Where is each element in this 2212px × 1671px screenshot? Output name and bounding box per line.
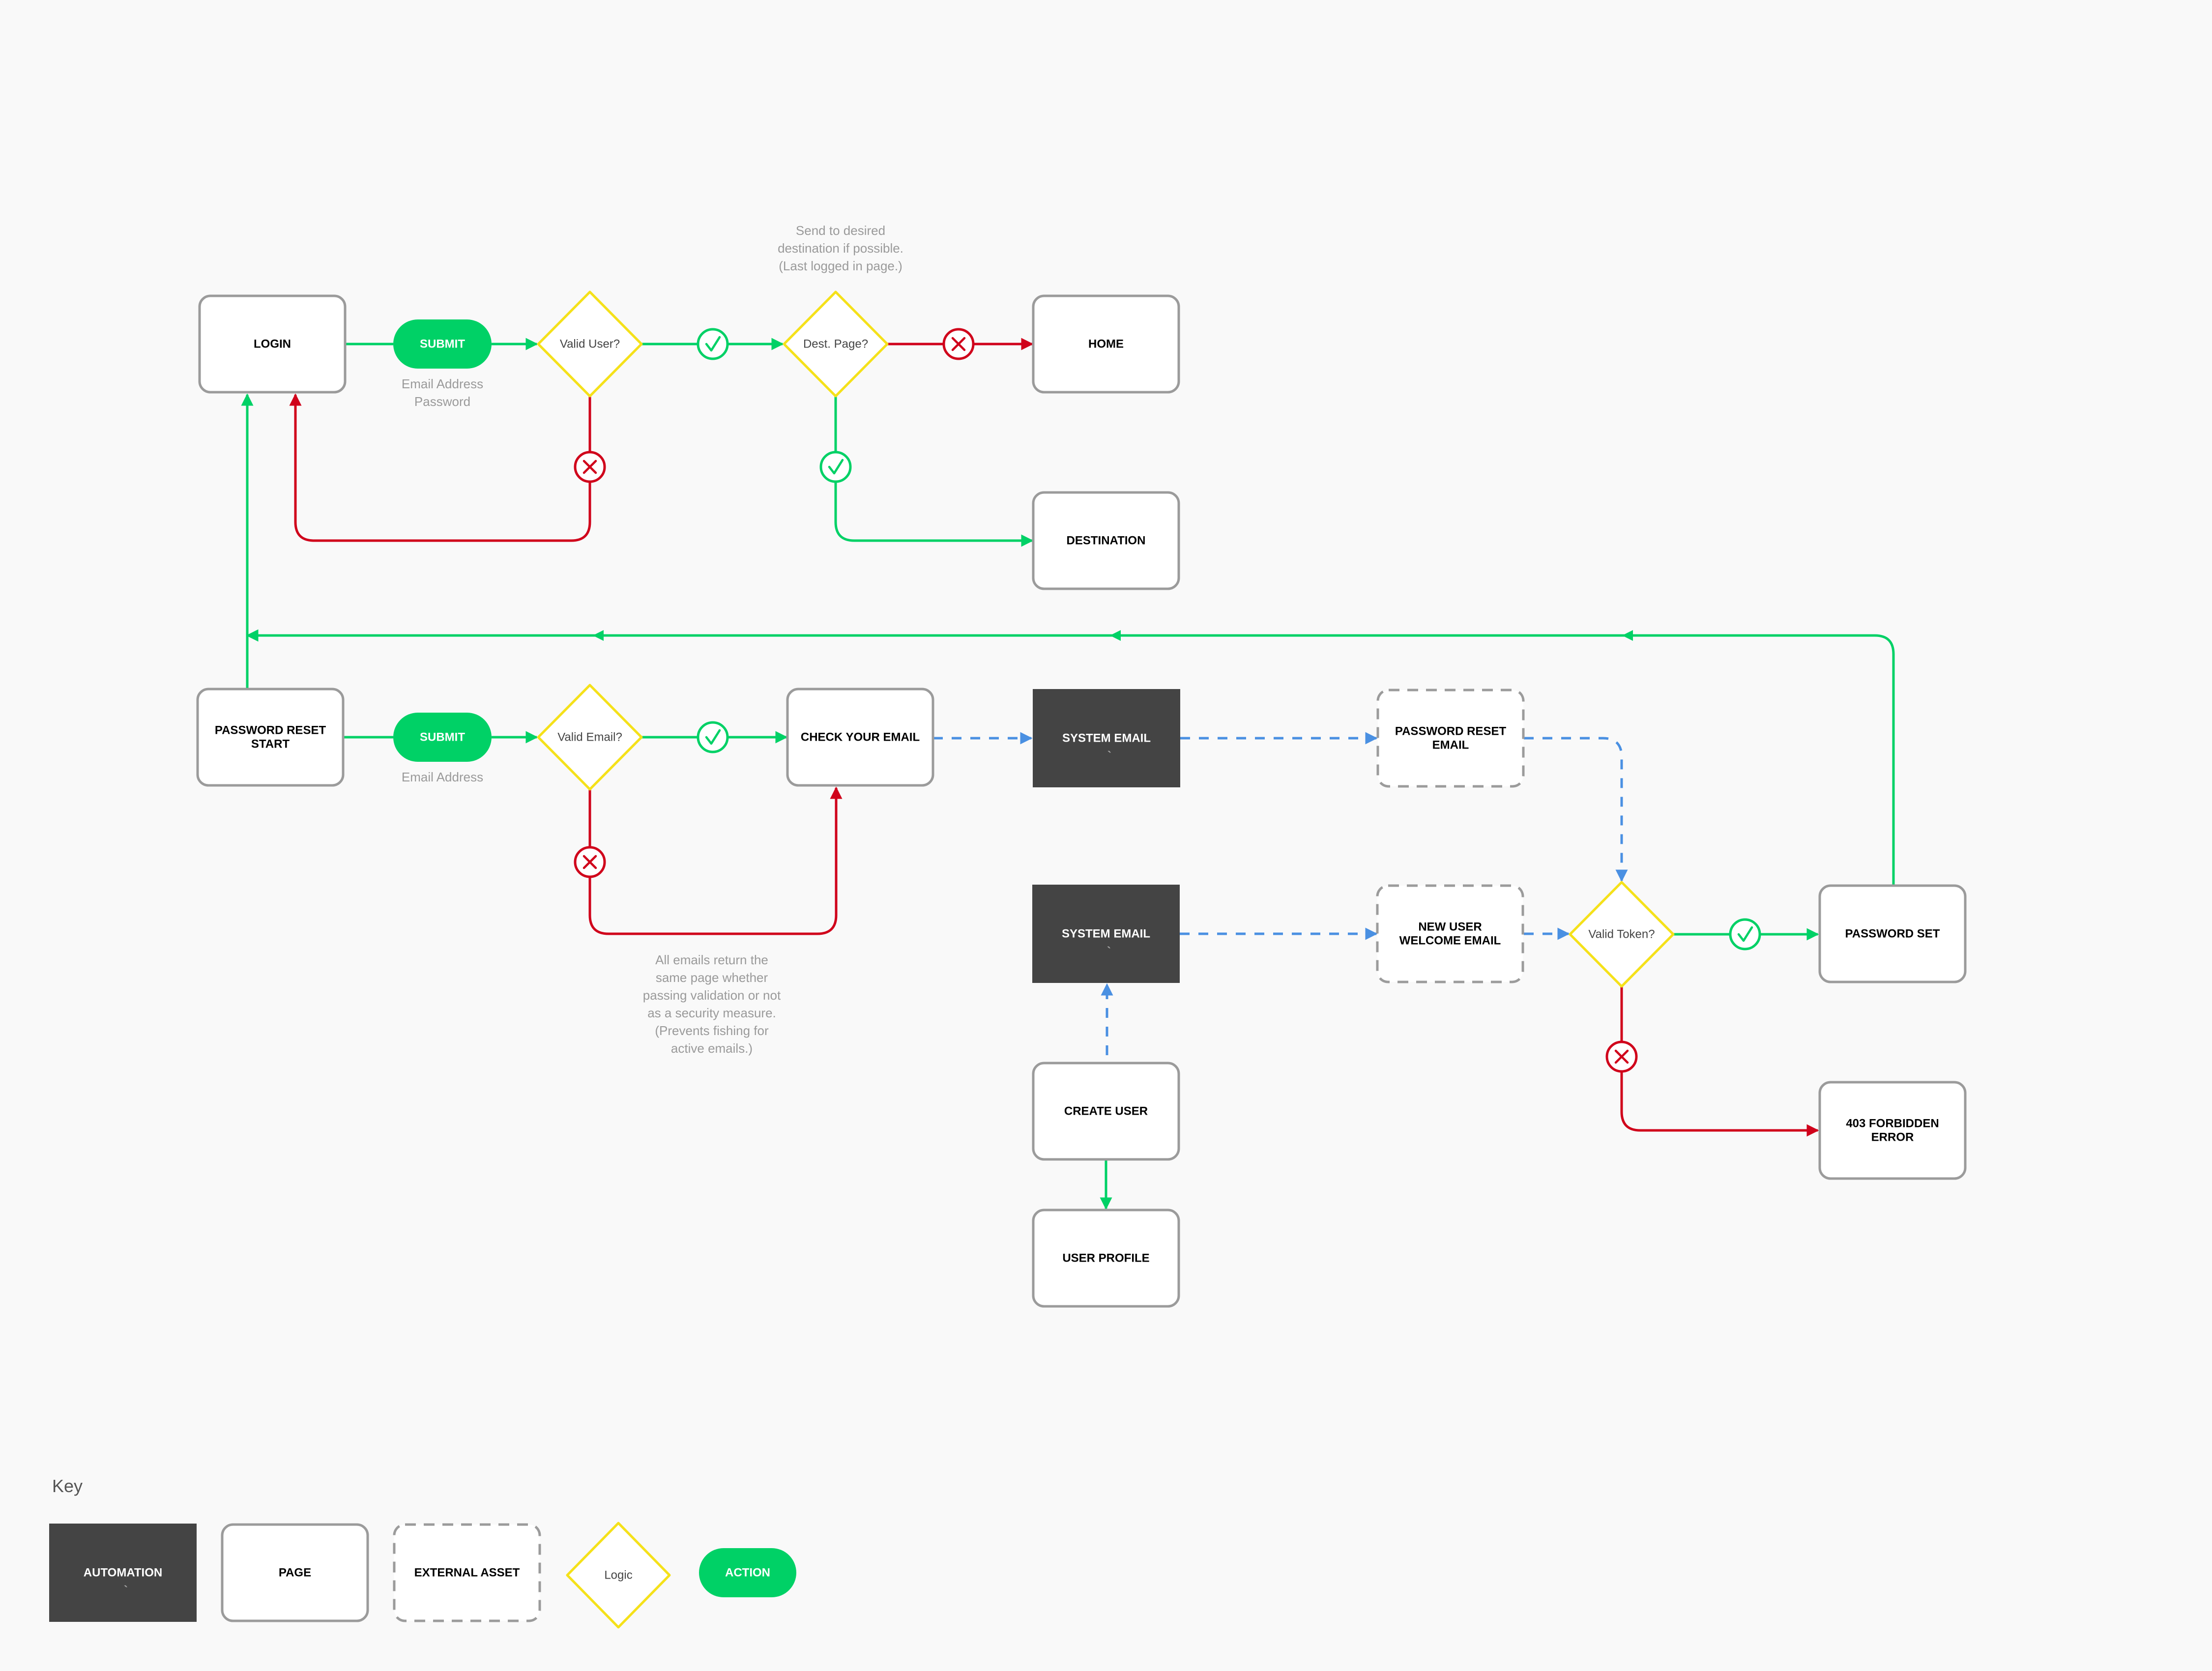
node-label: Valid Token? (1588, 928, 1655, 941)
note-line: as a security measure. (647, 1006, 776, 1020)
cross-icon (574, 846, 606, 878)
action-caption: Password (414, 394, 470, 409)
key-label: Logic (604, 1569, 632, 1582)
node-label: 403 FORBIDDEN (1846, 1117, 1939, 1130)
node-label: SUBMIT (420, 338, 465, 351)
node-label: SYSTEM EMAIL (1062, 732, 1151, 745)
node-system-email-2[interactable]: SYSTEM EMAIL ` (1032, 885, 1180, 983)
node-login[interactable]: LOGIN (198, 294, 347, 394)
key-label: EXTERNAL ASSET (414, 1566, 520, 1580)
node-submit-login[interactable]: SUBMIT (393, 319, 492, 369)
node-check-your-email[interactable]: CHECK YOUR EMAIL (786, 688, 934, 787)
key-label: ACTION (725, 1566, 770, 1580)
node-home[interactable]: HOME (1032, 294, 1180, 394)
node-user-profile[interactable]: USER PROFILE (1032, 1209, 1180, 1308)
node-password-set[interactable]: PASSWORD SET (1818, 884, 1967, 983)
node-label: WELCOME EMAIL (1399, 934, 1501, 948)
node-submit-reset[interactable]: SUBMIT (393, 713, 492, 762)
node-label: HOME (1088, 338, 1124, 351)
cross-icon (574, 451, 606, 483)
node-label: ERROR (1871, 1131, 1914, 1144)
check-icon (819, 451, 852, 483)
key-item-page: PAGE (221, 1523, 369, 1622)
node-label: NEW USER (1418, 921, 1482, 934)
node-label: SUBMIT (420, 731, 465, 744)
node-label: PASSWORD RESET (215, 724, 326, 737)
note-line: (Prevents fishing for (655, 1023, 769, 1038)
node-label: USER PROFILE (1062, 1252, 1149, 1265)
node-label: PASSWORD SET (1845, 927, 1940, 941)
cross-icon (1605, 1040, 1638, 1073)
note-line: destination if possible. (778, 241, 903, 256)
note-line: passing validation or not (643, 988, 781, 1003)
node-label: PASSWORD RESET (1395, 725, 1507, 738)
note-line: (Last logged in page.) (779, 259, 902, 273)
node-password-reset-email[interactable]: PASSWORD RESETEMAIL (1376, 689, 1525, 788)
key-label: PAGE (279, 1566, 311, 1580)
key-label: AUTOMATION (84, 1566, 162, 1580)
node-label: Dest. Page? (803, 338, 868, 351)
node-label: SYSTEM EMAIL (1062, 927, 1150, 941)
key-item-external: EXTERNAL ASSET (393, 1523, 541, 1622)
node-new-user-welcome-email[interactable]: NEW USERWELCOME EMAIL (1376, 884, 1524, 983)
automation-sublabel: ` (124, 1584, 128, 1597)
node-label: LOGIN (254, 338, 291, 351)
node-create-user[interactable]: CREATE USER (1032, 1062, 1180, 1161)
automation-sublabel: ` (1107, 945, 1111, 958)
node-label: CHECK YOUR EMAIL (801, 731, 920, 744)
node-label: Valid Email? (557, 731, 622, 744)
action-caption: Email Address (402, 770, 483, 784)
node-system-email-1[interactable]: SYSTEM EMAIL ` (1033, 689, 1180, 787)
key-title: Key (52, 1476, 83, 1496)
node-label: DESTINATION (1067, 534, 1146, 547)
cross-icon (942, 328, 975, 360)
note-line: Send to desired (796, 223, 885, 238)
note-line: All emails return the (655, 952, 768, 967)
key-item-automation: AUTOMATION ` (49, 1524, 197, 1622)
key-item-action: ACTION (699, 1548, 796, 1597)
note-line: same page whether (656, 970, 768, 985)
note-line: active emails.) (671, 1041, 753, 1056)
flowchart-canvas: LOGIN SUBMIT Valid User? Dest. Page? HOME DES… (0, 0, 2212, 1671)
node-password-reset-start[interactable]: PASSWORD RESETSTART (196, 688, 345, 787)
node-label: EMAIL (1432, 739, 1469, 752)
check-icon (697, 328, 729, 360)
action-caption: Email Address (402, 376, 483, 391)
background (0, 0, 2212, 1671)
dest-page-note: Send to desired destination if possible. (… (778, 223, 903, 273)
check-icon (697, 721, 729, 753)
check-icon (1729, 918, 1761, 951)
node-forbidden-error[interactable]: 403 FORBIDDENERROR (1818, 1081, 1967, 1180)
node-label: START (251, 738, 290, 751)
automation-sublabel: ` (1107, 749, 1111, 763)
node-label: CREATE USER (1064, 1105, 1148, 1118)
node-label: Valid User? (560, 338, 620, 351)
node-destination[interactable]: DESTINATION (1032, 491, 1180, 590)
